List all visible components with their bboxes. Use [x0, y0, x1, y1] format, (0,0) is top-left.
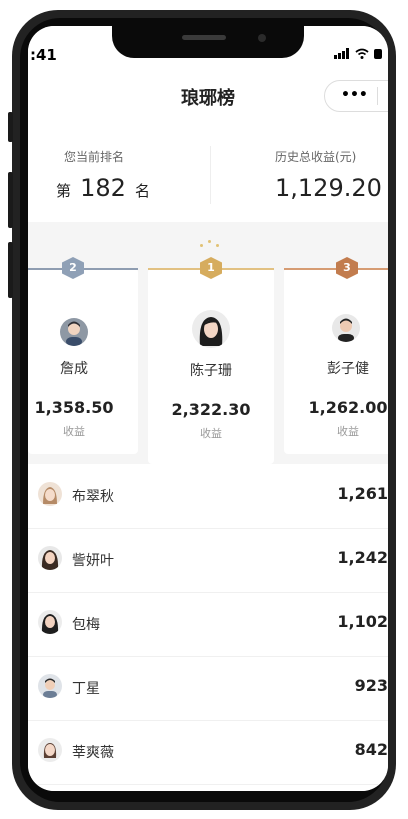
podium-name: 詹成: [60, 361, 88, 377]
list-item-value: 923: [354, 676, 388, 695]
rank-prefix: 第: [56, 182, 72, 200]
mini-program-capsule[interactable]: •••: [324, 80, 388, 112]
side-button: [8, 172, 13, 228]
podium-name: 陈子珊: [190, 363, 232, 379]
list-item-value: 1,102: [337, 612, 388, 631]
list-item[interactable]: 莘爽薇 842: [28, 720, 388, 785]
status-icons: [334, 46, 382, 60]
crown-dot: [200, 244, 203, 247]
rank-suffix: 名: [135, 182, 151, 200]
rank-label: 您当前排名: [64, 150, 125, 164]
podium-value-label: 收益: [63, 425, 85, 438]
rank-1-badge-icon: 1: [200, 257, 222, 279]
rank-value: 182: [80, 174, 126, 202]
list-item-name: 莘爽薇: [72, 745, 114, 761]
list-item[interactable]: 布翠秋 1,261: [28, 464, 388, 529]
podium-value-label: 收益: [337, 425, 359, 438]
avatar: [38, 674, 62, 698]
avatar: [60, 318, 88, 346]
list-item-name: 布翠秋: [72, 489, 114, 505]
phone-notch: [112, 26, 304, 58]
list-item[interactable]: 包梅 1,102: [28, 592, 388, 657]
rank-3-badge-icon: 3: [336, 257, 358, 279]
podium-card-rank-3[interactable]: 3 彭子健 1,262.00 收益: [284, 257, 388, 454]
ranking-list: 布翠秋 1,261 訾妍叶 1,242 包梅 1,102 丁星 923 莘爽薇 …: [28, 464, 388, 791]
list-item[interactable]: 訾妍叶 1,242: [28, 528, 388, 593]
podium-name: 彭子健: [327, 361, 369, 377]
rank-2-badge-icon: 2: [62, 257, 84, 279]
front-camera: [258, 34, 266, 42]
top-three-podium: 2 詹成 1,358.50 收益 1 陈子珊 2,322.30 收益 3 彭子健…: [28, 232, 388, 464]
side-button: [8, 242, 13, 298]
speaker-grille: [182, 35, 226, 40]
avatar: [38, 738, 62, 762]
podium-value-label: 收益: [200, 427, 222, 440]
podium-card-rank-1[interactable]: 1 陈子珊 2,322.30 收益: [148, 240, 274, 464]
list-item-name: 包梅: [72, 617, 100, 633]
podium-value: 1,358.50: [34, 398, 114, 417]
my-earnings: 历史总收益(元) 1,129.20: [211, 126, 388, 222]
avatar: [38, 610, 62, 634]
app-screen: :41 琅琊榜 ••• 您当前排名 第 182 名 历史总收益(元) 1,129…: [28, 26, 388, 791]
list-item[interactable]: 丁星 923: [28, 656, 388, 721]
my-summary: 您当前排名 第 182 名 历史总收益(元) 1,129.20: [28, 126, 388, 222]
crown-dot: [208, 240, 211, 243]
list-item-name: 訾妍叶: [72, 553, 114, 569]
crown-dot: [216, 244, 219, 247]
list-item-value: 1,261: [337, 484, 388, 503]
list-item-name: 丁星: [72, 681, 100, 697]
avatar: [332, 314, 360, 342]
wifi-icon: [355, 48, 369, 59]
earnings-value: 1,129.20: [275, 174, 382, 202]
avatar: [192, 310, 230, 348]
battery-icon: [374, 49, 382, 59]
podium-card-rank-2[interactable]: 2 詹成 1,358.50 收益: [28, 257, 138, 454]
podium-value: 1,262.00: [308, 398, 388, 417]
podium-value: 2,322.30: [171, 400, 251, 419]
avatar: [38, 482, 62, 506]
more-icon[interactable]: •••: [341, 87, 368, 103]
capsule-divider: [377, 87, 378, 105]
list-item-value: 842: [354, 740, 388, 759]
status-time: :41: [30, 46, 57, 64]
nav-bar: 琅琊榜 •••: [28, 66, 388, 126]
my-rank: 您当前排名 第 182 名: [28, 126, 210, 222]
signal-icon: [334, 48, 350, 59]
avatar: [38, 546, 62, 570]
side-button: [8, 112, 13, 142]
list-item-value: 1,242: [337, 548, 388, 567]
rank-display: 第 182 名: [56, 174, 150, 202]
earnings-label: 历史总收益(元): [275, 150, 357, 164]
